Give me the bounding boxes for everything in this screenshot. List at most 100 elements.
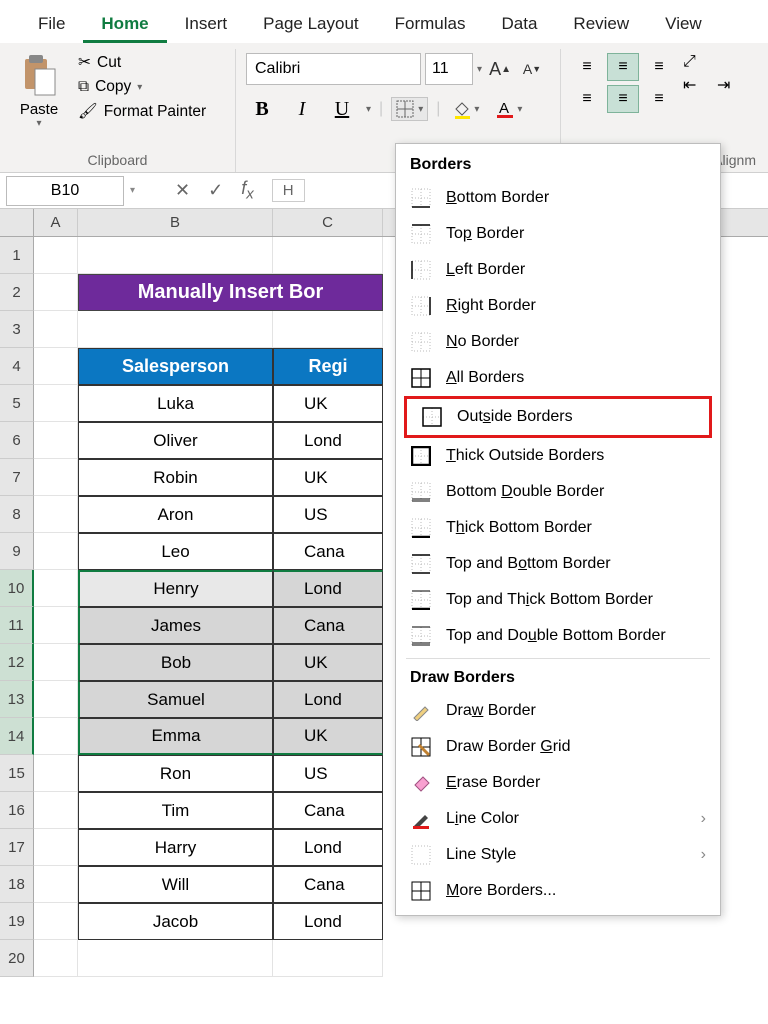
cell[interactable] xyxy=(34,237,78,274)
cell[interactable] xyxy=(78,311,273,348)
cell[interactable] xyxy=(34,903,78,940)
align-middle-button[interactable]: ≡ xyxy=(607,53,639,81)
row-header[interactable]: 11 xyxy=(0,607,34,644)
increase-indent-button[interactable]: ⇥ xyxy=(717,75,745,95)
row-header[interactable]: 18 xyxy=(0,866,34,903)
format-painter-button[interactable]: 🖌 Format Painter xyxy=(78,102,206,121)
cell[interactable]: Jacob xyxy=(78,903,273,940)
cell[interactable]: UK xyxy=(273,644,383,681)
border-menu-item[interactable]: Top and Double Bottom Border xyxy=(396,618,720,654)
underline-button[interactable]: U xyxy=(326,93,358,125)
cell[interactable] xyxy=(34,496,78,533)
row-header[interactable]: 7 xyxy=(0,459,34,496)
row-header[interactable]: 3 xyxy=(0,311,34,348)
row-header[interactable]: 9 xyxy=(0,533,34,570)
border-menu-item[interactable]: Top and Bottom Border xyxy=(396,546,720,582)
cell[interactable] xyxy=(34,829,78,866)
cell[interactable]: Cana xyxy=(273,866,383,903)
border-menu-item[interactable]: More Borders... xyxy=(396,873,720,909)
cell[interactable]: Emma xyxy=(78,718,273,755)
border-menu-item[interactable]: Erase Border xyxy=(396,765,720,801)
cell[interactable]: Cana xyxy=(273,607,383,644)
cell[interactable] xyxy=(34,681,78,718)
border-menu-item[interactable]: Thick Bottom Border xyxy=(396,510,720,546)
border-menu-item[interactable]: Left Border xyxy=(396,252,720,288)
row-header[interactable]: 17 xyxy=(0,829,34,866)
align-left-button[interactable]: ≡ xyxy=(571,85,603,113)
tab-formulas[interactable]: Formulas xyxy=(377,8,484,43)
cell[interactable] xyxy=(34,755,78,792)
cell[interactable]: Salesperson xyxy=(78,348,273,385)
border-menu-item[interactable]: Top Border xyxy=(396,216,720,252)
cancel-formula-button[interactable]: ✕ xyxy=(175,180,190,201)
row-header[interactable]: 13 xyxy=(0,681,34,718)
border-menu-item[interactable]: Line Style› xyxy=(396,837,720,873)
cell[interactable] xyxy=(34,792,78,829)
fx-icon[interactable]: fx xyxy=(241,178,254,203)
align-right-button[interactable]: ≡ xyxy=(643,85,675,113)
cell[interactable]: Luka xyxy=(78,385,273,422)
cell[interactable]: Lond xyxy=(273,903,383,940)
row-header[interactable]: 16 xyxy=(0,792,34,829)
tab-review[interactable]: Review xyxy=(555,8,647,43)
cell[interactable] xyxy=(34,459,78,496)
cell[interactable]: US xyxy=(273,755,383,792)
row-header[interactable]: 20 xyxy=(0,940,34,977)
increase-font-button[interactable]: A▲ xyxy=(486,55,514,83)
select-all-corner[interactable] xyxy=(0,209,34,236)
border-menu-item[interactable]: Draw Border xyxy=(396,693,720,729)
cell[interactable] xyxy=(78,940,273,977)
cell[interactable] xyxy=(34,570,78,607)
cell[interactable] xyxy=(34,311,78,348)
cell[interactable]: Lond xyxy=(273,681,383,718)
col-header-b[interactable]: B xyxy=(78,209,273,236)
cell[interactable]: Regi xyxy=(273,348,383,385)
name-box[interactable]: B10 xyxy=(6,176,124,206)
row-header[interactable]: 15 xyxy=(0,755,34,792)
cell[interactable]: UK xyxy=(273,385,383,422)
cell[interactable]: Samuel xyxy=(78,681,273,718)
row-header[interactable]: 10 xyxy=(0,570,34,607)
cell[interactable]: Harry xyxy=(78,829,273,866)
accept-formula-button[interactable]: ✓ xyxy=(208,180,223,201)
row-header[interactable]: 14 xyxy=(0,718,34,755)
cell[interactable]: Cana xyxy=(273,533,383,570)
cell[interactable] xyxy=(78,237,273,274)
cell[interactable]: Lond xyxy=(273,422,383,459)
col-header-a[interactable]: A xyxy=(34,209,78,236)
cell[interactable] xyxy=(273,311,383,348)
cell[interactable]: Aron xyxy=(78,496,273,533)
cell[interactable]: Manually Insert Bor xyxy=(78,274,383,311)
cell[interactable]: Robin xyxy=(78,459,273,496)
border-button[interactable]: ▾ xyxy=(391,97,428,121)
row-header[interactable]: 8 xyxy=(0,496,34,533)
cell[interactable]: Lond xyxy=(273,570,383,607)
orientation-button[interactable]: ⤢ xyxy=(683,53,711,71)
bold-button[interactable]: B xyxy=(246,93,278,125)
row-header[interactable]: 19 xyxy=(0,903,34,940)
border-menu-item[interactable]: Right Border xyxy=(396,288,720,324)
border-menu-item[interactable]: Bottom Double Border xyxy=(396,474,720,510)
cell[interactable] xyxy=(273,940,383,977)
cell[interactable] xyxy=(34,348,78,385)
cell[interactable]: Henry xyxy=(78,570,273,607)
tab-insert[interactable]: Insert xyxy=(167,8,246,43)
row-header[interactable]: 5 xyxy=(0,385,34,422)
fill-color-button[interactable]: ▾ xyxy=(448,97,483,121)
cell[interactable] xyxy=(34,607,78,644)
cell[interactable]: Bob xyxy=(78,644,273,681)
row-header[interactable]: 6 xyxy=(0,422,34,459)
decrease-indent-button[interactable]: ⇤ xyxy=(683,75,711,95)
row-header[interactable]: 1 xyxy=(0,237,34,274)
tab-data[interactable]: Data xyxy=(484,8,556,43)
border-menu-item[interactable]: Line Color› xyxy=(396,801,720,837)
cell[interactable]: Will xyxy=(78,866,273,903)
cell[interactable]: Oliver xyxy=(78,422,273,459)
cell[interactable] xyxy=(34,274,78,311)
cell[interactable]: Leo xyxy=(78,533,273,570)
cell[interactable]: Lond xyxy=(273,829,383,866)
border-menu-item[interactable]: All Borders xyxy=(396,360,720,396)
row-header[interactable]: 2 xyxy=(0,274,34,311)
font-size-input[interactable] xyxy=(425,53,473,85)
tab-home[interactable]: Home xyxy=(83,8,166,43)
